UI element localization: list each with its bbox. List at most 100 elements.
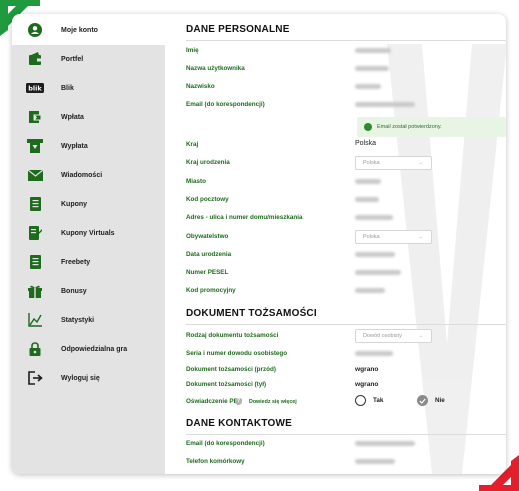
label-promo-code: Kod promocyjny [186, 287, 236, 294]
sidebar-item-kupony-virtuals[interactable]: Kupony Virtuals [12, 220, 165, 246]
wallet-icon [26, 50, 44, 68]
label-postal-code: Kod pocztowy [186, 196, 229, 203]
label-first-name: Imię [186, 47, 199, 54]
value-country: Polska [355, 140, 377, 147]
sidebar: Moje konto Portfel blik Blik Wpłata Wypł… [12, 14, 165, 474]
label-doc-type: Rodzaj dokumentu tożsamości [186, 332, 279, 339]
label-contact-email: Email (do korespondencji) [186, 440, 265, 447]
section-title-identity: DOKUMENT TOŻSAMOŚCI [186, 308, 317, 319]
sidebar-item-label: Kupony Virtuals [61, 229, 115, 237]
pep-radio-no[interactable]: Nie [417, 395, 445, 406]
label-last-name: Nazwisko [186, 83, 215, 90]
account-details: DANE PERSONALNE Imię Nazwa użytkownika N… [165, 14, 506, 474]
value-doc-number-redacted [355, 351, 393, 356]
virtual-coupon-icon [26, 224, 44, 242]
label-pep: Oświadczenie PEP [186, 398, 242, 405]
section-divider [186, 434, 506, 435]
label-pesel: Numer PESEL [186, 269, 229, 276]
info-icon[interactable]: ? [235, 398, 242, 405]
chevron-down-icon: ⌄ [418, 160, 423, 166]
value-username-redacted [355, 66, 389, 71]
lock-icon [26, 340, 44, 358]
envelope-icon [26, 166, 44, 184]
logout-icon [26, 369, 44, 387]
doc-type-selected: Dowód osobisty [363, 333, 402, 339]
label-email: Email (do korespondencji) [186, 101, 265, 108]
chevron-down-icon: ⌄ [418, 234, 423, 240]
coupon-icon [26, 195, 44, 213]
pep-yes-label: Tak [373, 397, 384, 404]
sidebar-item-label: Freebety [61, 258, 91, 266]
sidebar-item-label: Statystyki [61, 316, 95, 324]
chart-icon [26, 311, 44, 329]
radio-checked-icon [417, 395, 428, 406]
label-birth-country: Kraj urodzenia [186, 159, 230, 166]
sidebar-item-label: Kupony [61, 200, 88, 208]
sidebar-item-label: Wypłata [61, 142, 88, 150]
withdraw-icon [26, 137, 44, 155]
birth-country-select[interactable]: Polska ⌄ [355, 156, 432, 170]
value-birth-date-redacted [355, 252, 395, 257]
sidebar-item-label: Odpowiedzialna gra [61, 345, 128, 353]
screenshot-stage: Moje konto Portfel blik Blik Wpłata Wypł… [0, 0, 519, 491]
sidebar-item-label: Wpłata [61, 113, 84, 121]
value-city-redacted [355, 179, 381, 184]
label-birth-date: Data urodzenia [186, 251, 232, 258]
brand-watermark [387, 44, 506, 474]
section-divider [186, 324, 506, 325]
sidebar-item-label: Bonusy [61, 287, 87, 295]
section-divider [186, 40, 506, 41]
sidebar-item-bonusy[interactable]: Bonusy [12, 278, 165, 304]
sidebar-item-moje-konto[interactable]: Moje konto [12, 17, 165, 43]
sidebar-item-label: Wyloguj się [61, 374, 100, 382]
sidebar-item-kupony[interactable]: Kupony [12, 191, 165, 217]
user-circle-icon [26, 21, 44, 39]
sidebar-item-wyplata[interactable]: Wypłata [12, 133, 165, 159]
value-phone-redacted [355, 459, 395, 464]
pep-no-label: Nie [435, 397, 445, 404]
label-citizenship: Obywatelstwo [186, 233, 229, 240]
sidebar-item-blik[interactable]: blik Blik [12, 75, 165, 101]
value-pesel-redacted [355, 270, 401, 275]
pep-learn-more-link[interactable]: Dowiedz się więcej [249, 399, 297, 405]
sidebar-item-wiadomosci[interactable]: Wiadomości [12, 162, 165, 188]
label-address: Adres - ulica i numer domu/mieszkania [186, 214, 303, 221]
pep-radio-yes[interactable]: Tak [355, 395, 383, 406]
label-city: Miasto [186, 178, 206, 185]
sidebar-item-statystyki[interactable]: Statystyki [12, 307, 165, 333]
section-title-personal: DANE PERSONALNE [186, 24, 290, 35]
value-email-redacted [355, 102, 415, 107]
label-doc-back: Dokument tożsamości (tył) [186, 381, 267, 388]
value-promo-code-redacted [355, 288, 385, 293]
sidebar-item-freebety[interactable]: Freebety [12, 249, 165, 275]
label-country: Kraj [186, 141, 199, 148]
value-last-name-redacted [355, 84, 381, 89]
radio-unchecked-icon [355, 395, 366, 406]
svg-text:blik: blik [28, 84, 42, 92]
label-phone: Telefon komórkowy [186, 458, 245, 465]
value-address-redacted [355, 215, 393, 220]
birth-country-selected: Polska [363, 160, 380, 166]
sidebar-item-odpowiedzialna-gra[interactable]: Odpowiedzialna gra [12, 336, 165, 362]
account-panel: Moje konto Portfel blik Blik Wpłata Wypł… [12, 14, 506, 474]
sidebar-item-label: Portfel [61, 55, 84, 63]
citizenship-selected: Polska [363, 234, 380, 240]
section-title-contact: DANE KONTAKTOWE [186, 418, 292, 429]
value-contact-email-redacted [355, 441, 415, 446]
sidebar-item-wyloguj[interactable]: Wyloguj się [12, 365, 165, 391]
label-username: Nazwa użytkownika [186, 65, 245, 72]
value-first-name-redacted [355, 48, 391, 53]
sidebar-item-label: Wiadomości [61, 171, 103, 179]
alert-text: Email został potwierdzony. [377, 124, 442, 130]
sidebar-item-wplata[interactable]: Wpłata [12, 104, 165, 130]
sidebar-item-label: Blik [61, 84, 74, 92]
doc-type-select[interactable]: Dowód osobisty ⌄ [355, 329, 432, 343]
success-check-icon [364, 123, 372, 131]
value-doc-back: wgrano [355, 381, 379, 388]
sidebar-item-portfel[interactable]: Portfel [12, 46, 165, 72]
freebet-icon [26, 253, 44, 271]
email-confirmed-alert: Email został potwierdzony. [357, 117, 506, 137]
value-postal-code-redacted [355, 197, 379, 202]
citizenship-select[interactable]: Polska ⌄ [355, 230, 432, 244]
gift-icon [26, 282, 44, 300]
